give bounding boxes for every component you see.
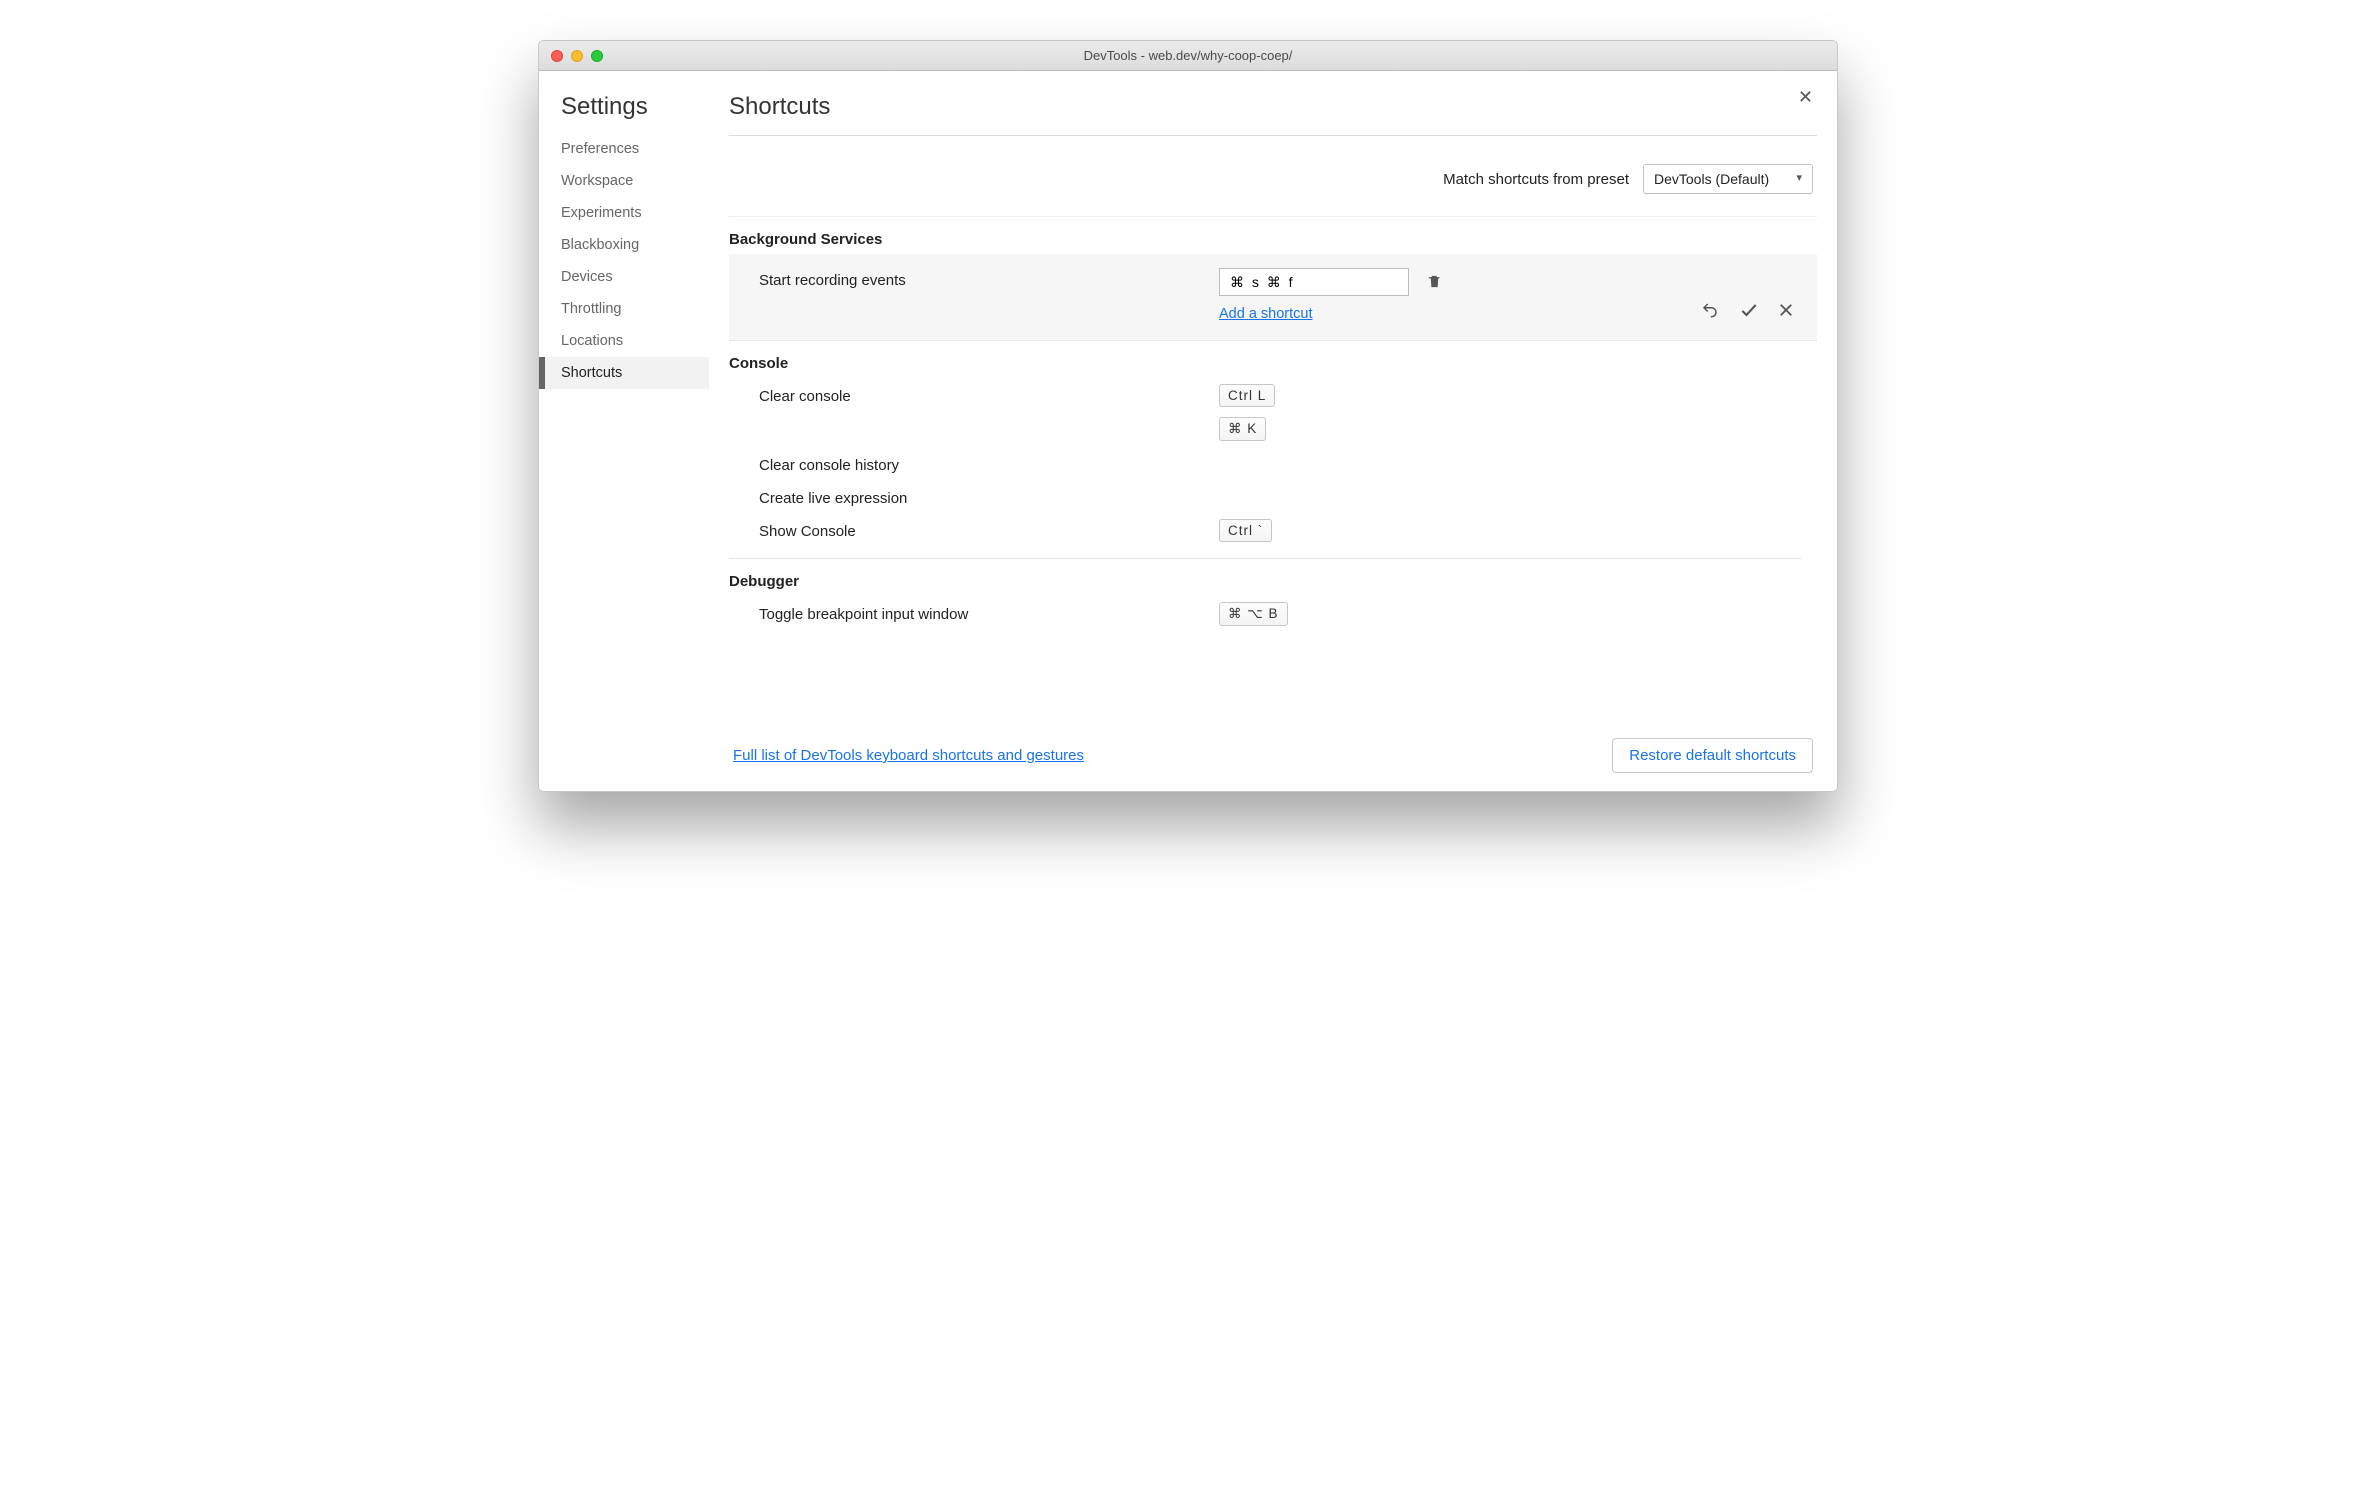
confirm-shortcut-icon[interactable] [1739,300,1759,320]
shortcut-label: Clear console [759,384,1219,405]
close-settings-button[interactable]: ✕ [1794,83,1817,112]
add-shortcut-link[interactable]: Add a shortcut [1219,306,1313,322]
preset-select[interactable]: DevTools (Default) [1643,164,1813,194]
shortcut-key: ⌘ ⌥ B [1219,602,1288,626]
minimize-window-button[interactable] [571,50,583,62]
shortcut-row-create-live-expression[interactable]: Create live expression [729,480,1801,513]
shortcut-row-toggle-breakpoint[interactable]: Toggle breakpoint input window ⌘ ⌥ B [729,596,1801,632]
main-panel: Shortcuts Match shortcuts from preset De… [709,71,1837,791]
preset-select-value: DevTools (Default) [1654,171,1769,187]
sidebar-item-workspace[interactable]: Workspace [539,165,709,197]
shortcut-label: Create live expression [759,486,1219,507]
shortcut-key: Ctrl L [1219,384,1275,407]
delete-shortcut-icon[interactable] [1427,273,1443,291]
shortcut-row-show-console[interactable]: Show Console Ctrl ` [729,513,1801,548]
section-background-services: Background Services [729,217,1801,254]
shortcut-label: Show Console [759,519,1219,540]
cancel-shortcut-icon[interactable] [1777,301,1795,319]
shortcut-row-clear-console[interactable]: Clear console Ctrl L ⌘ K [729,378,1801,447]
shortcut-key: Ctrl ` [1219,519,1272,542]
sidebar-item-locations[interactable]: Locations [539,325,709,357]
sidebar-item-shortcuts[interactable]: Shortcuts [539,357,709,389]
shortcut-row-clear-history[interactable]: Clear console history [729,447,1801,480]
section-debugger: Debugger [729,559,1801,596]
sidebar-item-throttling[interactable]: Throttling [539,293,709,325]
sidebar-item-preferences[interactable]: Preferences [539,133,709,165]
shortcut-key: ⌘ K [1219,417,1266,441]
zoom-window-button[interactable] [591,50,603,62]
full-shortcut-list-link[interactable]: Full list of DevTools keyboard shortcuts… [733,747,1084,764]
shortcut-label: Clear console history [759,453,1219,474]
sidebar-item-blackboxing[interactable]: Blackboxing [539,229,709,261]
restore-defaults-button[interactable]: Restore default shortcuts [1612,738,1813,773]
sidebar-item-devices[interactable]: Devices [539,261,709,293]
shortcut-row-editing: Start recording events Add a shortcut [729,254,1817,341]
page-title: Shortcuts [729,93,1817,136]
settings-sidebar: Settings Preferences Workspace Experimen… [539,71,709,791]
close-window-button[interactable] [551,50,563,62]
section-console: Console [729,341,1801,378]
sidebar-heading: Settings [539,93,709,133]
sidebar-item-experiments[interactable]: Experiments [539,197,709,229]
shortcut-label: Toggle breakpoint input window [759,602,1219,623]
titlebar: DevTools - web.dev/why-coop-coep/ [539,41,1837,71]
shortcut-label-start-recording: Start recording events [759,268,1219,289]
preset-row: Match shortcuts from preset DevTools (De… [729,136,1817,216]
revert-shortcut-icon[interactable] [1699,301,1721,319]
window-title: DevTools - web.dev/why-coop-coep/ [539,48,1837,63]
traffic-lights [539,50,603,62]
shortcut-key-input[interactable] [1219,268,1409,296]
shortcuts-scroll[interactable]: Background Services Start recording even… [729,216,1817,722]
devtools-settings-window: DevTools - web.dev/why-coop-coep/ ✕ Sett… [538,40,1838,792]
footer: Full list of DevTools keyboard shortcuts… [729,722,1817,791]
preset-label: Match shortcuts from preset [1443,171,1629,188]
